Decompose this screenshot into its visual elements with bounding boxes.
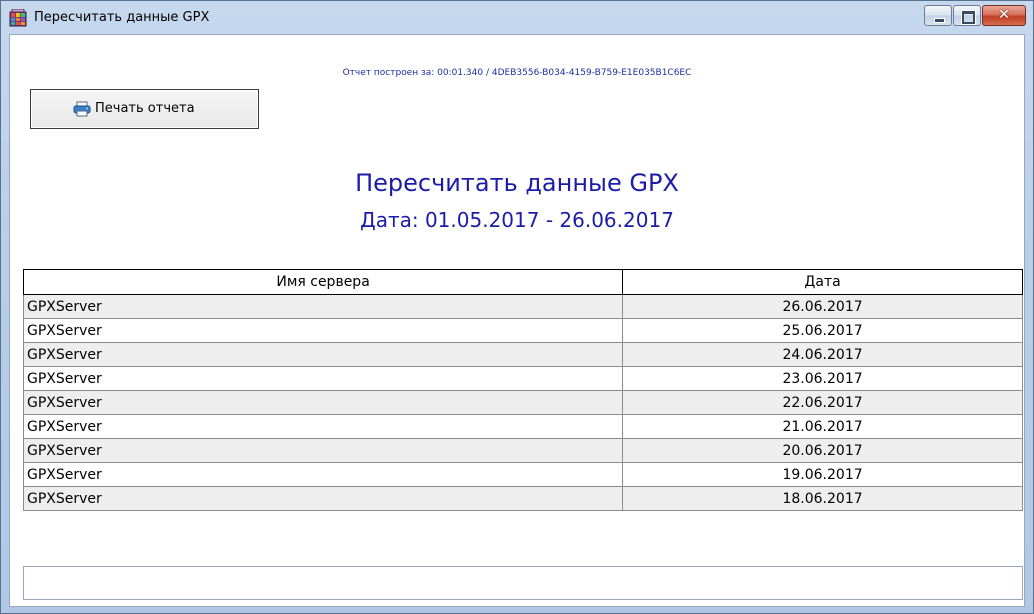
table-row[interactable]: GPXServer 19.06.2017 bbox=[22, 462, 1023, 487]
server-cell: GPXServer bbox=[22, 342, 624, 367]
date-cell: 21.06.2017 bbox=[622, 414, 1023, 439]
table-row[interactable]: GPXServer 18.06.2017 bbox=[22, 486, 1023, 511]
table-row[interactable]: GPXServer 23.06.2017 bbox=[22, 366, 1023, 391]
table-row[interactable]: GPXServer 20.06.2017 bbox=[22, 438, 1023, 463]
table-row[interactable]: GPXServer 25.06.2017 bbox=[22, 318, 1023, 343]
server-cell: GPXServer bbox=[22, 390, 624, 415]
column-header-server[interactable]: Имя сервера bbox=[22, 269, 624, 295]
report-area: Отчет построен за: 00:01.340 / 4DEB3556-… bbox=[9, 34, 1025, 607]
server-cell: GPXServer bbox=[22, 366, 624, 391]
close-button[interactable]: ✕ bbox=[982, 5, 1026, 26]
date-cell: 23.06.2017 bbox=[622, 366, 1023, 391]
minimize-button[interactable] bbox=[924, 5, 952, 26]
table-row[interactable]: GPXServer 26.06.2017 bbox=[22, 294, 1023, 319]
table-header-row: Имя сервера Дата bbox=[22, 269, 1023, 295]
app-window: Пересчитать данные GPX ✕ Отчет построен … bbox=[0, 0, 1034, 614]
report-title: Пересчитать данные GPX bbox=[355, 169, 679, 197]
date-cell: 22.06.2017 bbox=[622, 390, 1023, 415]
app-icon bbox=[9, 9, 27, 27]
report-table: Имя сервера Дата GPXServer 26.06.2017 GPX… bbox=[22, 269, 1023, 511]
server-cell: GPXServer bbox=[22, 414, 624, 439]
table-row[interactable]: GPXServer 21.06.2017 bbox=[22, 414, 1023, 439]
print-report-button[interactable]: Печать отчета bbox=[30, 89, 259, 129]
date-cell: 26.06.2017 bbox=[622, 294, 1023, 319]
minimize-icon bbox=[934, 18, 945, 23]
date-cell: 19.06.2017 bbox=[622, 462, 1023, 487]
server-cell: GPXServer bbox=[22, 438, 624, 463]
maximize-button[interactable] bbox=[953, 5, 981, 26]
date-cell: 25.06.2017 bbox=[622, 318, 1023, 343]
column-header-date[interactable]: Дата bbox=[622, 269, 1023, 295]
title-bar[interactable]: Пересчитать данные GPX ✕ bbox=[1, 1, 1033, 35]
window-controls: ✕ bbox=[923, 5, 1026, 29]
server-cell: GPXServer bbox=[22, 462, 624, 487]
table-row[interactable]: GPXServer 22.06.2017 bbox=[22, 390, 1023, 415]
print-report-label: Печать отчета bbox=[95, 101, 195, 116]
table-row[interactable]: GPXServer 24.06.2017 bbox=[22, 342, 1023, 367]
server-cell: GPXServer bbox=[22, 318, 624, 343]
report-date-range: Дата: 01.05.2017 - 26.06.2017 bbox=[360, 208, 674, 232]
maximize-icon bbox=[962, 11, 975, 24]
status-field[interactable] bbox=[23, 566, 1023, 600]
window-title: Пересчитать данные GPX bbox=[34, 10, 210, 25]
date-cell: 24.06.2017 bbox=[622, 342, 1023, 367]
report-build-info: Отчет построен за: 00:01.340 / 4DEB3556-… bbox=[342, 68, 692, 78]
server-cell: GPXServer bbox=[22, 294, 624, 319]
server-cell: GPXServer bbox=[22, 486, 624, 511]
close-icon: ✕ bbox=[998, 7, 1010, 23]
date-cell: 20.06.2017 bbox=[622, 438, 1023, 463]
date-cell: 18.06.2017 bbox=[622, 486, 1023, 511]
printer-icon bbox=[73, 101, 91, 117]
